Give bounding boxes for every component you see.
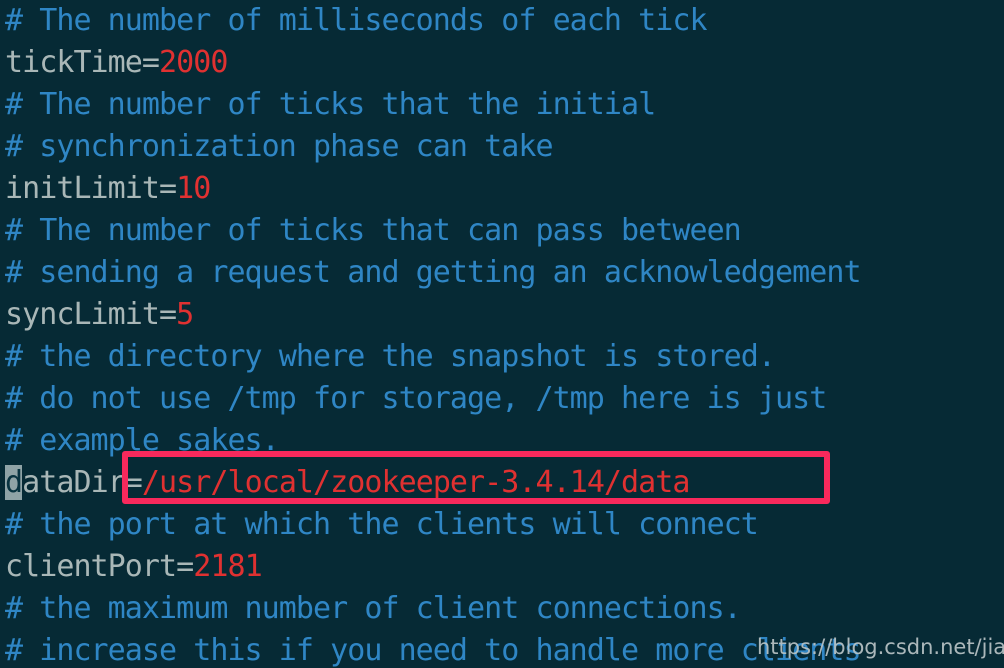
code-setting-line[interactable]: dataDir=/usr/local/zookeeper-3.4.14/data <box>0 462 1004 504</box>
equals-sign: = <box>124 465 143 500</box>
config-file-content[interactable]: # The number of milliseconds of each tic… <box>0 0 1004 668</box>
code-comment-line[interactable]: # The number of ticks that the initial <box>0 84 1004 126</box>
setting-value: 5 <box>176 297 194 332</box>
setting-value: 2000 <box>159 45 228 80</box>
setting-value: /usr/local/zookeeper-3.4.14/data <box>141 465 691 500</box>
code-comment-line[interactable]: # the maximum number of client connectio… <box>0 588 1004 630</box>
code-setting-line[interactable]: tickTime=2000 <box>0 42 1004 84</box>
watermark-url: https://blog.csdn.net/jiaobuchong <box>757 635 1004 659</box>
code-setting-line[interactable]: syncLimit=5 <box>0 294 1004 336</box>
code-comment-line[interactable]: # do not use /tmp for storage, /tmp here… <box>0 378 1004 420</box>
setting-key: initLimit <box>5 171 160 206</box>
comment-text: # synchronization phase can take <box>5 129 554 164</box>
comment-text: # example sakes. <box>5 423 280 458</box>
setting-key: tickTime <box>5 45 143 80</box>
comment-text: # The number of milliseconds of each tic… <box>5 3 708 38</box>
comment-text: # increase this if you need to handle mo… <box>5 633 862 668</box>
setting-value: 10 <box>176 171 211 206</box>
code-comment-line[interactable]: # the port at which the clients will con… <box>0 504 1004 546</box>
code-comment-line[interactable]: # sending a request and getting an ackno… <box>0 252 1004 294</box>
code-setting-line[interactable]: initLimit=10 <box>0 168 1004 210</box>
code-comment-line[interactable]: # The number of ticks that can pass betw… <box>0 210 1004 252</box>
code-setting-line[interactable]: clientPort=2181 <box>0 546 1004 588</box>
equals-sign: = <box>176 549 194 584</box>
comment-text: # do not use /tmp for storage, /tmp here… <box>5 381 827 416</box>
terminal-screen: # The number of milliseconds of each tic… <box>0 0 1004 668</box>
setting-key: ataDir <box>22 465 126 500</box>
equals-sign: = <box>159 297 177 332</box>
code-comment-line[interactable]: # the directory where the snapshot is st… <box>0 336 1004 378</box>
setting-key: syncLimit <box>5 297 160 332</box>
code-comment-line[interactable]: # synchronization phase can take <box>0 126 1004 168</box>
code-comment-line[interactable]: # example sakes. <box>0 420 1004 462</box>
comment-text: # The number of ticks that can pass betw… <box>5 213 742 248</box>
equals-sign: = <box>159 171 177 206</box>
code-comment-line[interactable]: # The number of milliseconds of each tic… <box>0 0 1004 42</box>
comment-text: # the port at which the clients will con… <box>5 507 759 542</box>
text-cursor: d <box>5 465 23 500</box>
comment-text: # the maximum number of client connectio… <box>5 591 742 626</box>
equals-sign: = <box>141 45 160 80</box>
setting-value: 2181 <box>193 549 262 584</box>
comment-text: # The number of ticks that the initial <box>5 87 656 122</box>
comment-text: # sending a request and getting an ackno… <box>5 255 862 290</box>
setting-key: clientPort <box>5 549 177 584</box>
comment-text: # the directory where the snapshot is st… <box>5 339 776 374</box>
